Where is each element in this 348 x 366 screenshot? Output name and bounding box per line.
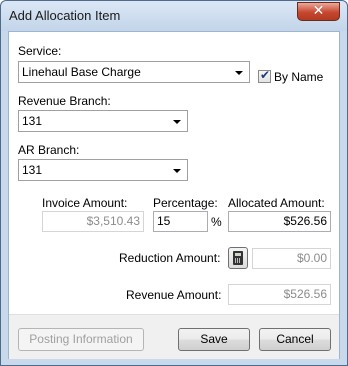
allocated-amount-input[interactable]: $526.56 [228, 211, 331, 232]
revenue-amount-field: $526.56 [228, 284, 331, 305]
service-label: Service: [18, 44, 62, 58]
by-name-label: By Name [274, 70, 324, 84]
reduction-amount-label: Reduction Amount: [119, 251, 221, 265]
check-icon: ✔ [260, 68, 271, 82]
title-bar: Add Allocation Item ✕ [1, 1, 347, 31]
revenue-branch-dropdown[interactable]: 131 [18, 110, 188, 132]
revenue-branch-value: 131 [22, 114, 43, 128]
invoice-amount-label: Invoice Amount: [42, 196, 128, 210]
ar-branch-label: AR Branch: [18, 143, 80, 157]
service-dropdown[interactable]: Linehaul Base Charge [18, 61, 250, 83]
save-button[interactable]: Save [178, 328, 250, 351]
service-value: Linehaul Base Charge [22, 65, 141, 79]
reduction-amount-field: $0.00 [252, 248, 331, 269]
ar-branch-value: 131 [22, 163, 43, 177]
close-icon: ✕ [312, 3, 325, 19]
add-allocation-item-dialog: Add Allocation Item ✕ Service: Linehaul … [0, 0, 348, 366]
revenue-amount-label: Revenue Amount: [126, 288, 222, 302]
window-title: Add Allocation Item [9, 8, 121, 23]
chevron-down-icon [173, 120, 181, 124]
invoice-amount-field: $3,510.43 [42, 211, 144, 232]
by-name-checkbox[interactable]: ✔ [258, 68, 271, 83]
dialog-footer: Posting Information Save Cancel [9, 314, 339, 359]
percent-sign: % [211, 215, 222, 229]
chevron-down-icon [235, 71, 243, 75]
calculator-button[interactable] [228, 247, 248, 269]
close-button[interactable]: ✕ [297, 2, 340, 21]
percentage-input[interactable]: 15 [153, 211, 208, 232]
posting-information-button[interactable]: Posting Information [18, 328, 144, 351]
allocated-amount-label: Allocated Amount: [228, 196, 325, 210]
percentage-label: Percentage: [153, 196, 218, 210]
revenue-branch-label: Revenue Branch: [18, 94, 111, 108]
cancel-button[interactable]: Cancel [259, 328, 331, 351]
chevron-down-icon [173, 169, 181, 173]
dialog-body: Service: Linehaul Base Charge ✔ By Name … [8, 31, 340, 359]
ar-branch-dropdown[interactable]: 131 [18, 159, 188, 181]
